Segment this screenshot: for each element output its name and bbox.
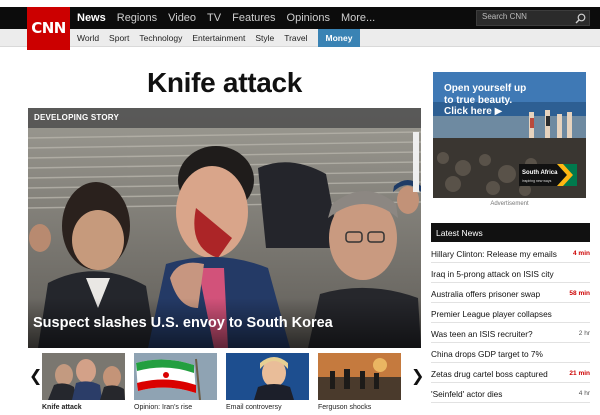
news-item-time: 2 hr [578,330,590,337]
south-africa-logo: South Africa inspiring new ways [519,164,577,186]
news-item-time: 58 min [569,290,590,297]
news-item-time: 4 min [573,250,590,257]
news-item-title[interactable]: Iraq in 5-prong attack on ISIS city [431,269,554,279]
cnn-homepage: CNN News Regions Video TV Features Opini… [0,0,600,415]
news-item[interactable]: China drops GDP target to 7% [431,344,590,363]
news-item-title[interactable]: Australia offers prisoner swap [431,289,540,299]
carousel-thumb-email[interactable] [226,353,309,400]
nav-item-tv[interactable]: TV [207,12,221,24]
thumb-image [134,353,217,400]
nav-item-regions[interactable]: Regions [117,12,157,24]
news-item-title[interactable]: Premier League player collapses [431,309,552,319]
search-icon[interactable] [575,13,586,24]
nav-item-video[interactable]: Video [168,12,196,24]
news-item-time: 21 min [569,370,590,377]
carousel-label-iran[interactable]: Opinion: Iran's rise [134,404,192,411]
news-item[interactable]: Zetas drug cartel boss captured 21 min [431,364,590,383]
nav-item-opinions[interactable]: Opinions [287,12,330,24]
latest-news-title: Latest News [436,228,483,238]
latest-news-header: Latest News [431,223,590,242]
news-item-time: 4 hr [578,390,590,397]
main-nav: News Regions Video TV Features Opinions … [77,7,386,29]
subnav-item-money[interactable]: Money [317,29,361,47]
news-item-title[interactable]: Was teen an ISIS recruiter? [431,329,533,339]
subnav-item-entertainment[interactable]: Entertainment [192,29,252,47]
search-placeholder: Search CNN [482,12,527,21]
developing-story-badge: DEVELOPING STORY [34,113,119,122]
nav-item-features[interactable]: Features [232,12,275,24]
advertisement[interactable]: South Africa inspiring new ways Open you… [433,72,586,198]
ad-headline: Open yourself up to true beauty. [444,83,526,107]
advertisement-label: Advertisement [490,201,529,207]
ad-badge-tagline: inspiring new ways [522,179,552,183]
news-item-title[interactable]: Zetas drug cartel boss captured [431,369,548,379]
subnav-item-travel[interactable]: Travel [284,29,314,47]
ad-badge-text: South Africa [522,170,558,176]
news-item[interactable]: Australia offers prisoner swap 58 min [431,284,590,303]
cnn-logo[interactable]: CNN [27,7,70,50]
news-item-title[interactable]: 'Seinfeld' actor dies [431,389,502,399]
news-item[interactable]: Hillary Clinton: Release my emails 4 min [431,244,590,263]
hero-caption[interactable]: Suspect slashes U.S. envoy to South Kore… [33,315,333,331]
thumb-image [318,353,401,400]
hero-story[interactable]: DEVELOPING STORY Suspect slashes U.S. en… [28,108,421,348]
photo-credit [413,132,419,192]
thumb-image [226,353,309,400]
news-item-title[interactable]: China drops GDP target to 7% [431,349,543,359]
news-item[interactable]: 'Seinfeld' actor dies 4 hr [431,384,590,403]
developing-story-bar: DEVELOPING STORY [28,108,421,128]
subnav-item-technology[interactable]: Technology [139,29,189,47]
subnav-item-world[interactable]: World [77,29,106,47]
ad-cta[interactable]: Click here ▶ [444,106,502,117]
page-title[interactable]: Knife attack [28,67,421,99]
carousel-label-ferguson[interactable]: Ferguson shocks [318,404,371,411]
ad-cta-text: Click here [444,106,492,117]
news-item[interactable]: Premier League player collapses [431,304,590,323]
news-item[interactable]: Iraq in 5-prong attack on ISIS city [431,264,590,283]
carousel-thumb-knife-attack[interactable] [42,353,125,400]
carousel-next-arrow[interactable]: ❯ [411,366,424,386]
play-icon: ▶ [494,106,503,117]
subnav-item-sport[interactable]: Sport [109,29,136,47]
carousel-thumb-iran[interactable] [134,353,217,400]
carousel-label-email[interactable]: Email controversy [226,404,282,411]
subnav-item-style[interactable]: Style [255,29,281,47]
thumb-image [42,353,125,400]
search-input[interactable]: Search CNN [476,10,590,26]
news-item[interactable]: Was teen an ISIS recruiter? 2 hr [431,324,590,343]
ad-line-1: Open yourself up [444,83,527,94]
news-item-title[interactable]: Hillary Clinton: Release my emails [431,249,557,259]
carousel-prev-arrow[interactable]: ❮ [29,366,42,386]
sub-nav: World Sport Technology Entertainment Sty… [77,29,363,47]
nav-item-news[interactable]: News [77,12,106,24]
carousel-label-knife-attack[interactable]: Knife attack [42,404,82,411]
carousel-thumb-ferguson[interactable] [318,353,401,400]
nav-item-more[interactable]: More... [341,12,375,24]
